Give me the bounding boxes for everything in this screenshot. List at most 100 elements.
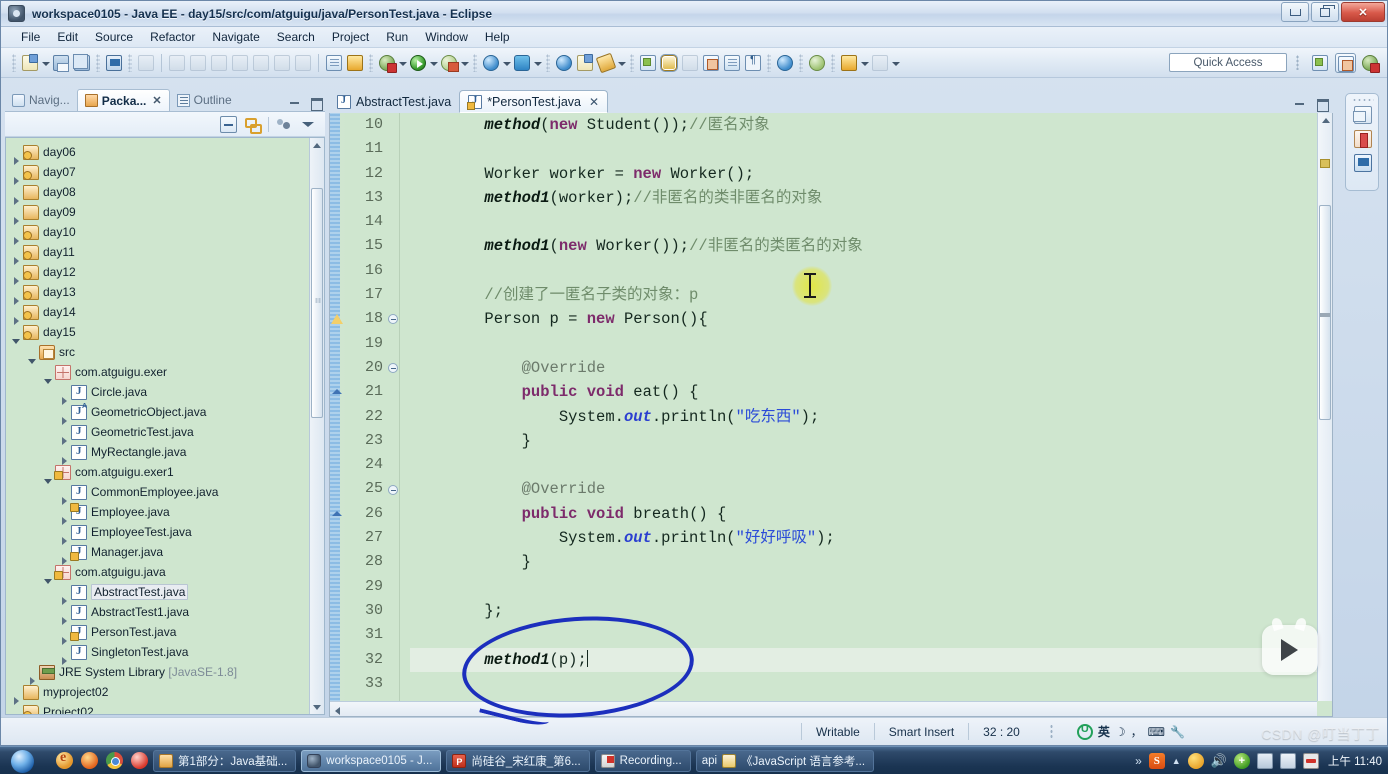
editor-tab-abstracttest[interactable]: AbstractTest.java	[329, 90, 459, 113]
new-java-project-dropdown-icon[interactable]	[502, 53, 511, 73]
download-icon[interactable]	[839, 53, 859, 73]
code-line[interactable]: System.out.println("吃东西");	[410, 405, 1332, 429]
forward-icon[interactable]	[870, 53, 890, 73]
console-icon[interactable]	[104, 53, 124, 73]
external-tools-icon[interactable]	[377, 53, 397, 73]
focus-on-active-task-icon[interactable]	[276, 116, 293, 133]
overview-warning-marker[interactable]	[1320, 159, 1330, 168]
tree-item[interactable]: day06	[6, 142, 324, 165]
external-tools-dropdown-icon[interactable]	[398, 53, 407, 73]
tree-item[interactable]: Circle.java	[6, 382, 324, 405]
maximize-view-icon[interactable]	[310, 97, 323, 111]
tree-item[interactable]: Manager.java	[6, 542, 324, 565]
code-line[interactable]: method1(p);	[410, 647, 1332, 672]
menu-refactor[interactable]: Refactor	[142, 28, 203, 46]
taskbar-item-recorder[interactable]: Recording...	[594, 749, 691, 772]
fold-collapse-icon[interactable]	[388, 363, 398, 373]
code-line[interactable]	[410, 332, 1332, 356]
show-hidden-icons-icon[interactable]: ▲	[1172, 756, 1181, 766]
tree-item[interactable]: AbstractTest.java	[6, 582, 324, 605]
code-line[interactable]	[410, 672, 1332, 696]
toolbar-grip-8[interactable]	[767, 53, 771, 72]
overview-marker[interactable]	[1320, 313, 1330, 317]
fast-view-grip[interactable]	[1352, 98, 1374, 102]
tree-item[interactable]: myproject02	[6, 682, 324, 705]
tree-item[interactable]: GeometricTest.java	[6, 422, 324, 445]
search-icon[interactable]	[512, 53, 532, 73]
code-editor[interactable]: 10 11 12 13 14 15 16 17 18 19 20 21 22 23 24 25 26 27 28 29…	[329, 113, 1333, 717]
menu-window[interactable]: Window	[417, 28, 476, 46]
code-line[interactable]: System.out.println("好好呼吸");	[410, 526, 1332, 550]
firefox-icon[interactable]	[81, 752, 98, 769]
restore-button[interactable]	[1311, 2, 1339, 22]
taskbar-item-eclipse[interactable]: workspace0105 - J...	[301, 749, 442, 772]
tree-item[interactable]: day07	[6, 162, 324, 185]
menu-file[interactable]: File	[13, 28, 48, 46]
tree-item[interactable]: day14	[6, 302, 324, 325]
editor-vertical-scrollbar[interactable]	[1317, 113, 1332, 701]
menu-edit[interactable]: Edit	[49, 28, 86, 46]
tree-item[interactable]: day08	[6, 182, 324, 205]
code-line[interactable]: Worker worker = new Worker();	[410, 162, 1332, 186]
tree-item[interactable]: com.atguigu.exer	[6, 362, 324, 384]
toolbar-grip-3[interactable]	[128, 53, 132, 72]
network-icon[interactable]	[1256, 752, 1273, 769]
tree-item[interactable]: GeometricObject.java	[6, 402, 324, 425]
previous-annotation-icon[interactable]	[638, 53, 658, 73]
toggle-mark-occurrences-icon[interactable]	[659, 53, 679, 73]
blocked-icon[interactable]	[1302, 752, 1319, 769]
maximize-editor-icon[interactable]	[1316, 98, 1329, 112]
skip-breakpoints-icon[interactable]	[136, 53, 156, 73]
ime-punct-icon[interactable]: ，	[1131, 723, 1143, 740]
scroll-thumb[interactable]	[311, 188, 323, 418]
run-server-icon[interactable]	[439, 53, 459, 73]
tab-navigator[interactable]: Navig...	[5, 89, 77, 111]
tree-item[interactable]: MyRectangle.java	[6, 442, 324, 465]
toolbar-grip-6[interactable]	[546, 53, 550, 72]
start-button-icon[interactable]	[2, 748, 46, 774]
view-menu-icon[interactable]	[300, 116, 317, 133]
next-edit-icon[interactable]	[701, 53, 721, 73]
menu-search[interactable]: Search	[269, 28, 323, 46]
code-line[interactable]	[410, 575, 1332, 599]
ime-tool-icon[interactable]: 🔧	[1170, 725, 1185, 739]
monitor-icon[interactable]	[1279, 752, 1296, 769]
minimize-button[interactable]	[1281, 2, 1309, 22]
code-line[interactable]: method1(worker);//非匿名的类非匿名的对象	[410, 186, 1332, 210]
menu-run[interactable]: Run	[378, 28, 416, 46]
marker-column[interactable]	[330, 113, 346, 716]
override-indicator-icon[interactable]	[331, 508, 343, 520]
save-icon[interactable]	[51, 53, 71, 73]
code-line[interactable]: public void eat() {	[410, 380, 1332, 404]
problems-icon[interactable]	[1354, 130, 1372, 148]
opera-icon[interactable]	[131, 752, 148, 769]
close-icon[interactable]: ✕	[152, 94, 161, 107]
open-perspective-icon[interactable]	[1310, 53, 1331, 73]
new-wizard-dropdown-icon[interactable]	[41, 53, 50, 73]
clock[interactable]: 上午 11:40	[1328, 753, 1382, 769]
pen-icon[interactable]	[595, 52, 617, 73]
step-over-icon[interactable]	[251, 53, 271, 73]
code-line[interactable]	[410, 623, 1332, 647]
code-line[interactable]: @Override	[410, 356, 1332, 380]
tab-outline[interactable]: Outline	[170, 89, 239, 111]
forward-dropdown-icon[interactable]	[891, 53, 900, 73]
ime-moon-icon[interactable]: ☽	[1115, 725, 1126, 739]
drop-to-frame-icon[interactable]	[293, 53, 313, 73]
code-line[interactable]	[410, 453, 1332, 477]
tree-item[interactable]: Project02	[6, 702, 324, 714]
ime-mode-label[interactable]: 英	[1098, 723, 1110, 740]
menu-navigate[interactable]: Navigate	[204, 28, 267, 46]
weather-icon[interactable]	[1187, 752, 1204, 769]
code-line[interactable]: public void breath() {	[410, 502, 1332, 526]
toolbar-grip-9[interactable]	[799, 53, 803, 72]
java-ee-perspective-icon[interactable]	[1335, 53, 1356, 73]
open-task-icon[interactable]	[324, 53, 344, 73]
toolbar-grip[interactable]	[12, 53, 16, 72]
editor-tab-persontest[interactable]: *PersonTest.java ✕	[459, 90, 609, 113]
close-icon[interactable]: ✕	[589, 95, 599, 109]
step-return-icon[interactable]	[272, 53, 292, 73]
debug-perspective-icon[interactable]	[1360, 53, 1381, 73]
scroll-left-icon[interactable]	[330, 702, 344, 716]
tray-overflow-icon[interactable]: »	[1135, 754, 1142, 768]
